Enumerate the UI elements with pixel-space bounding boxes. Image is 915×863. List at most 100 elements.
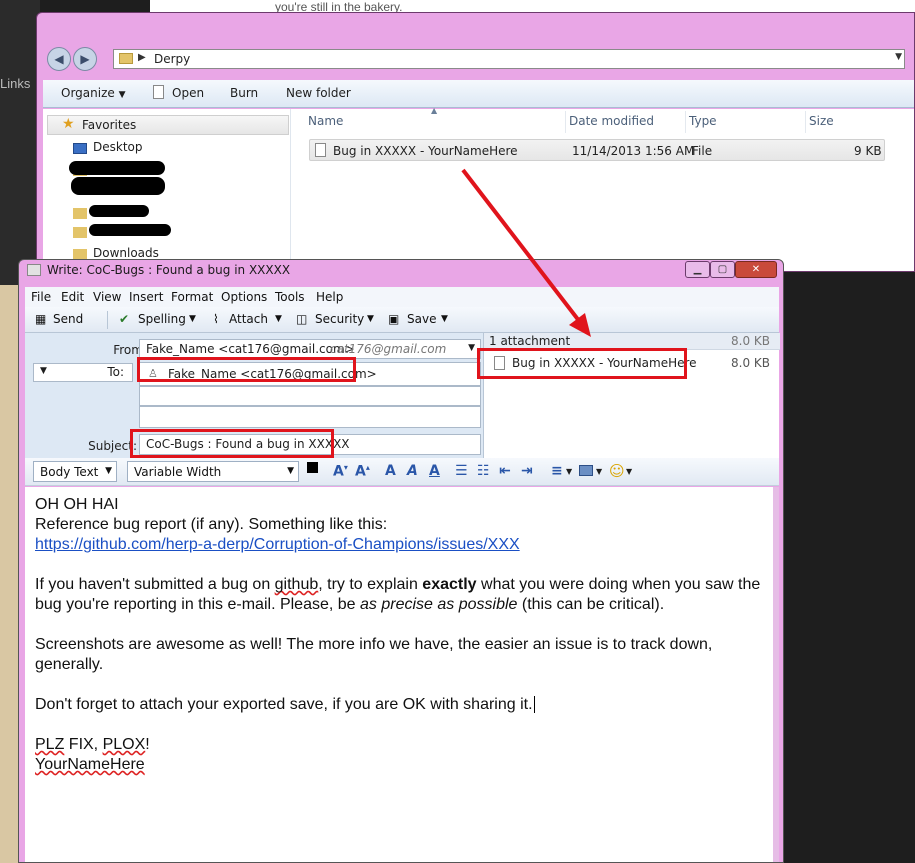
- text-color-icon[interactable]: [307, 462, 318, 473]
- highlight-to-field: [137, 357, 356, 382]
- insert-image-icon[interactable]: [579, 465, 593, 476]
- favorites-label: Favorites: [82, 118, 137, 132]
- security-button[interactable]: Security: [315, 312, 364, 326]
- security-icon: ◫: [296, 312, 308, 326]
- chevron-down-icon[interactable]: ▼: [566, 467, 572, 476]
- burn-button[interactable]: Burn: [230, 86, 258, 100]
- close-icon[interactable]: ✕: [735, 261, 777, 278]
- body-text: (this can be critical).: [517, 596, 665, 613]
- organize-button[interactable]: Organize ▼: [61, 86, 126, 100]
- chevron-down-icon[interactable]: ▼: [275, 314, 282, 324]
- chevron-down-icon[interactable]: ▼: [189, 314, 196, 324]
- body-text: !: [145, 736, 150, 753]
- minimize-icon[interactable]: ▁: [685, 261, 710, 278]
- forward-arrow-icon[interactable]: ▶: [73, 47, 97, 71]
- column-divider[interactable]: [805, 111, 806, 133]
- chevron-down-icon: ▼: [118, 90, 126, 100]
- align-icon[interactable]: ≡: [551, 463, 563, 479]
- back-arrow-icon[interactable]: ◀: [47, 47, 71, 71]
- underline-icon[interactable]: A: [429, 463, 440, 479]
- save-icon: ▣: [388, 312, 400, 326]
- issue-link[interactable]: https://github.com/herp-a-derp/Corruptio…: [35, 536, 520, 553]
- open-button[interactable]: Open: [172, 86, 204, 100]
- font-smaller-icon[interactable]: A▾: [333, 463, 348, 480]
- column-divider[interactable]: [685, 111, 686, 133]
- from-select[interactable]: Fake_Name <cat176@gmail.com> cat176@gmai…: [139, 339, 481, 359]
- bullet-list-icon[interactable]: ☰: [455, 463, 468, 479]
- chevron-down-icon: ▼: [105, 466, 112, 476]
- send-icon: ▦: [35, 312, 47, 326]
- smiley-icon[interactable]: ☺: [609, 462, 625, 480]
- outdent-icon[interactable]: ⇤: [499, 463, 511, 479]
- font-value: Variable Width: [134, 465, 222, 479]
- subject-label: Subject:: [88, 439, 137, 453]
- compose-toolbar: ▦ Send ✔ Spelling ▼ ⌇ Attach ▼ ◫ Securit…: [25, 307, 779, 333]
- maximize-icon[interactable]: ▢: [710, 261, 735, 278]
- menu-insert[interactable]: Insert: [129, 290, 163, 304]
- recipient-field-empty[interactable]: [139, 406, 481, 428]
- column-header-date[interactable]: Date modified: [569, 114, 654, 128]
- nav-item-downloads[interactable]: Downloads: [93, 246, 159, 260]
- links-label: Links: [0, 76, 31, 91]
- redaction-mark: [89, 205, 149, 217]
- message-body[interactable]: OH OH HAI Reference bug report (if any).…: [25, 487, 773, 862]
- italic-icon[interactable]: A: [407, 463, 418, 479]
- misspelled-word: PLOX: [102, 736, 146, 753]
- menu-tools[interactable]: Tools: [275, 290, 305, 304]
- menu-help[interactable]: Help: [316, 290, 343, 304]
- desktop-icon: [73, 143, 87, 154]
- attach-button[interactable]: Attach: [229, 312, 268, 326]
- file-size: 9 KB: [854, 144, 882, 158]
- paperclip-icon: ⌇: [213, 312, 219, 326]
- numbered-list-icon[interactable]: ☷: [477, 463, 490, 479]
- column-header-size[interactable]: Size: [809, 114, 834, 128]
- breadcrumb-chevron-icon[interactable]: ▶: [138, 52, 146, 63]
- column-divider[interactable]: [565, 111, 566, 133]
- new-folder-button[interactable]: New folder: [286, 86, 351, 100]
- redaction-mark: [89, 224, 171, 236]
- redaction-mark: [69, 161, 165, 175]
- background-browser: [0, 0, 40, 285]
- file-row[interactable]: Bug in XXXXX - YourNameHere 11/14/2013 1…: [309, 139, 885, 161]
- misspelled-word: PLZ: [35, 736, 65, 753]
- scrollbar[interactable]: [773, 487, 779, 862]
- paragraph-style-value: Body Text: [40, 465, 99, 479]
- menu-file[interactable]: File: [31, 290, 51, 304]
- attachment-size: 8.0 KB: [731, 356, 770, 370]
- column-header-type[interactable]: Type: [689, 114, 717, 128]
- address-bar[interactable]: ▶ Derpy ▼: [113, 49, 905, 69]
- menu-edit[interactable]: Edit: [61, 290, 84, 304]
- bold-text: exactly: [422, 576, 477, 593]
- menu-options[interactable]: Options: [221, 290, 267, 304]
- nav-item-favorites[interactable]: ★ Favorites: [47, 115, 289, 135]
- body-text: , try to explain: [318, 576, 423, 593]
- explorer-window: ◀ ▶ ▶ Derpy ▼ Organize ▼ Open Burn New f…: [36, 12, 915, 272]
- nav-item-desktop[interactable]: Desktop: [93, 140, 143, 154]
- body-paragraph: Don't forget to attach your exported sav…: [35, 695, 763, 715]
- send-button[interactable]: Send: [53, 312, 83, 326]
- chevron-down-icon[interactable]: ▼: [626, 467, 632, 476]
- highlight-attachment: [477, 348, 687, 379]
- font-larger-icon[interactable]: A▴: [355, 463, 370, 480]
- bold-icon[interactable]: A: [385, 463, 396, 479]
- folder-icon: [119, 53, 133, 64]
- menu-format[interactable]: Format: [171, 290, 213, 304]
- chevron-down-icon[interactable]: ▼: [596, 467, 602, 476]
- navigation-pane: ★ Favorites Desktop Downloads: [43, 109, 291, 271]
- chevron-down-icon[interactable]: ▼: [895, 52, 902, 62]
- recipient-type-select[interactable]: ▼ To:: [33, 363, 133, 382]
- chevron-down-icon[interactable]: ▼: [441, 314, 448, 324]
- menu-view[interactable]: View: [93, 290, 121, 304]
- attachment-total-size: 8.0 KB: [731, 334, 770, 348]
- paragraph-style-select[interactable]: Body Text ▼: [33, 461, 117, 482]
- chevron-down-icon[interactable]: ▼: [367, 314, 374, 324]
- spelling-button[interactable]: Spelling: [138, 312, 186, 326]
- indent-icon[interactable]: ⇥: [521, 463, 533, 479]
- window-title-text: Write: CoC-Bugs : Found a bug in XXXXX: [47, 263, 291, 277]
- chevron-down-icon: ▼: [468, 343, 475, 353]
- breadcrumb[interactable]: Derpy: [154, 52, 190, 66]
- font-select[interactable]: Variable Width ▼: [127, 461, 299, 482]
- recipient-field-empty[interactable]: [139, 386, 481, 406]
- column-header-name[interactable]: Name: [308, 114, 343, 128]
- save-button[interactable]: Save: [407, 312, 436, 326]
